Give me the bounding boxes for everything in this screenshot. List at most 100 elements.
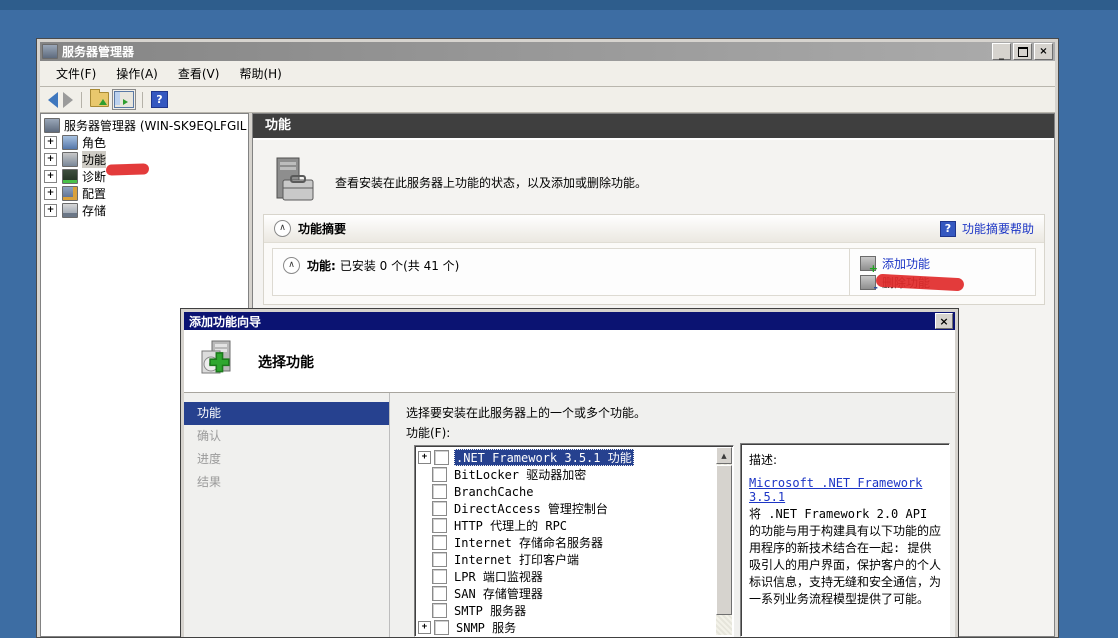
wizard-step[interactable]: 结果 (184, 471, 389, 494)
menu-item[interactable]: 帮助(H) (229, 62, 291, 85)
feature-label: BitLocker 驱动器加密 (452, 466, 588, 483)
description-link[interactable]: Microsoft .NET Framework 3.5.1 (749, 476, 941, 504)
features-listbox[interactable]: + .NET Framework 3.5.1 功能 BitLocker 驱动器加… (414, 445, 734, 637)
summary-help-icon[interactable]: ? (940, 221, 956, 237)
feature-label: SNMP 服务 (454, 619, 518, 636)
tree-item-label: 配置 (82, 185, 106, 202)
feature-checkbox[interactable] (432, 569, 447, 584)
vertical-scrollbar[interactable]: ▲ (716, 447, 732, 635)
tree-root-label: 服务器管理器 (WIN-SK9EQLFGIL (64, 117, 246, 134)
menu-bar: 文件(F)操作(A)查看(V)帮助(H) (40, 61, 1055, 87)
feature-checkbox[interactable] (432, 484, 447, 499)
feature-checkbox[interactable] (434, 620, 449, 635)
features-summary-section: ∧ 功能摘要 ? 功能摘要帮助 ∧ 功能: 已安装 0 个(共 41 个) 添加… (263, 214, 1045, 305)
description-text: 将 .NET Framework 2.0 API 的功能与用于构建具有以下功能的… (749, 506, 941, 608)
maximize-button[interactable] (1013, 43, 1032, 60)
console-tree-icon[interactable] (114, 91, 134, 108)
toolbar-separator (142, 92, 143, 108)
features-count-label: 功能: (307, 257, 336, 274)
wizard-step[interactable]: 功能 (184, 402, 389, 425)
tree-item-label: 诊断 (82, 168, 106, 185)
features-toolbox-icon (271, 156, 315, 208)
summary-help-link[interactable]: 功能摘要帮助 (962, 220, 1034, 237)
scroll-up-button[interactable]: ▲ (716, 447, 732, 464)
tree-item[interactable]: + 配置 (41, 185, 248, 202)
forward-icon[interactable] (63, 92, 73, 108)
feature-label: HTTP 代理上的 RPC (452, 517, 569, 534)
scroll-up-icon: ▲ (721, 452, 726, 460)
close-button[interactable]: × (1034, 43, 1053, 60)
feature-label: Internet 存储命名服务器 (452, 534, 605, 551)
features-icon (62, 152, 78, 167)
add-features-link[interactable]: 添加功能 (882, 255, 930, 272)
toolbar-separator (81, 92, 82, 108)
add-features-icon (860, 256, 876, 271)
roles-icon (62, 135, 78, 150)
dialog-header: 选择功能 (184, 330, 955, 393)
feature-row[interactable]: SMTP 服务器 (418, 602, 714, 619)
feature-label: BranchCache (452, 485, 535, 499)
tree-item[interactable]: + 存储 (41, 202, 248, 219)
wizard-step[interactable]: 确认 (184, 425, 389, 448)
feature-row[interactable]: DirectAccess 管理控制台 (418, 500, 714, 517)
feature-row[interactable]: BitLocker 驱动器加密 (418, 466, 714, 483)
expand-plus-icon[interactable]: + (44, 187, 57, 200)
feature-checkbox[interactable] (432, 535, 447, 550)
expand-plus-icon[interactable]: + (44, 170, 57, 183)
description-panel: 描述: Microsoft .NET Framework 3.5.1 将 .NE… (740, 443, 950, 637)
feature-checkbox[interactable] (432, 501, 447, 516)
menu-item[interactable]: 文件(F) (46, 62, 106, 85)
minimize-button[interactable]: _ (992, 43, 1011, 60)
remove-features-icon (860, 275, 876, 290)
feature-row[interactable]: SAN 存储管理器 (418, 585, 714, 602)
wizard-step[interactable]: 进度 (184, 448, 389, 471)
maximize-icon (1018, 47, 1028, 57)
feature-label: LPR 端口监视器 (452, 568, 545, 585)
folder-icon[interactable] (90, 92, 109, 107)
feature-row[interactable]: Internet 打印客户端 (418, 551, 714, 568)
diagnostics-icon (62, 169, 78, 184)
feature-label: Internet 打印客户端 (452, 551, 581, 568)
summary-title: 功能摘要 (298, 220, 940, 237)
window-titlebar[interactable]: 服务器管理器 _ × (40, 42, 1055, 61)
feature-checkbox[interactable] (432, 586, 447, 601)
red-annotation-tree-features (106, 163, 149, 175)
feature-row[interactable]: LPR 端口监视器 (418, 568, 714, 585)
feature-row[interactable]: BranchCache (418, 483, 714, 500)
expand-plus-icon[interactable]: + (418, 621, 431, 634)
expand-plus-icon[interactable]: + (44, 136, 57, 149)
collapse-chevron-icon[interactable]: ∧ (274, 220, 291, 237)
tree-item[interactable]: + 角色 (41, 134, 248, 151)
server-manager-icon (42, 44, 58, 59)
panel-intro-text: 查看安装在此服务器上功能的状态，以及添加或删除功能。 (335, 174, 647, 191)
feature-label: SMTP 服务器 (452, 602, 528, 619)
feature-checkbox[interactable] (432, 603, 447, 618)
close-icon: × (1039, 47, 1047, 57)
feature-row[interactable]: Internet 存储命名服务器 (418, 534, 714, 551)
dialog-titlebar[interactable]: 添加功能向导 × (184, 312, 955, 330)
storage-icon (62, 203, 78, 218)
dialog-title: 添加功能向导 (189, 313, 935, 330)
feature-checkbox[interactable] (434, 450, 449, 465)
add-features-wizard-icon (198, 339, 242, 383)
menu-item[interactable]: 查看(V) (168, 62, 230, 85)
feature-checkbox[interactable] (432, 552, 447, 567)
feature-row[interactable]: + SNMP 服务 (418, 619, 714, 636)
expand-plus-icon[interactable]: + (418, 451, 431, 464)
feature-checkbox[interactable] (432, 518, 447, 533)
feature-checkbox[interactable] (432, 467, 447, 482)
expand-plus-icon[interactable]: + (44, 153, 57, 166)
scrollbar-thumb[interactable] (716, 465, 732, 615)
menu-item[interactable]: 操作(A) (106, 62, 168, 85)
dialog-close-button[interactable]: × (935, 313, 953, 329)
feature-row[interactable]: + .NET Framework 3.5.1 功能 (418, 449, 714, 466)
collapse-chevron-icon[interactable]: ∧ (283, 257, 300, 274)
tree-root[interactable]: 服务器管理器 (WIN-SK9EQLFGIL (41, 117, 248, 134)
help-icon[interactable]: ? (151, 91, 168, 108)
back-icon[interactable] (48, 92, 58, 108)
expand-plus-icon[interactable]: + (44, 204, 57, 217)
toolbar: ? (40, 87, 1055, 113)
feature-row[interactable]: HTTP 代理上的 RPC (418, 517, 714, 534)
tree-item-label: 角色 (82, 134, 106, 151)
minimize-icon: _ (999, 50, 1004, 60)
